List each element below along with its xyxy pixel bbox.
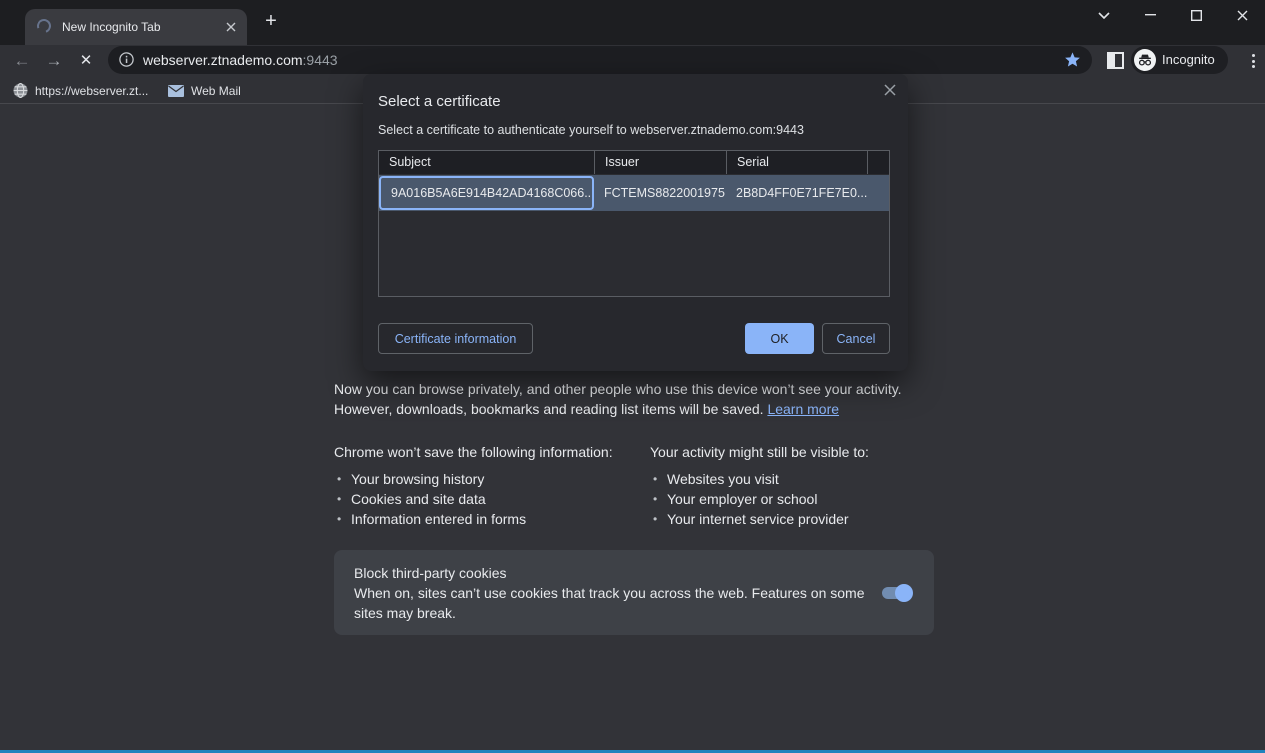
tab-search-chevron-icon[interactable] [1081,4,1127,26]
url-text: webserver.ztnademo.com:9443 [143,46,338,74]
window-controls [1081,4,1265,26]
incognito-icon [1134,49,1156,71]
forward-button[interactable]: → [40,47,68,75]
bookmark-label: https://webserver.zt... [35,84,148,98]
cookies-description: When on, sites can’t use cookies that tr… [354,583,866,623]
list-item: Websites you visit [650,469,869,489]
column-header-serial: Serial [726,151,867,174]
page-info-icon[interactable] [119,52,134,67]
incognito-info-lists: Chrome won’t save the following informat… [334,444,938,529]
certificate-table: Subject Issuer Serial 9A016B5A6E914B42AD… [378,150,890,297]
ok-button[interactable]: OK [745,323,814,354]
list-item: Cookies and site data [334,489,650,509]
block-cookies-toggle[interactable] [882,587,911,599]
incognito-badge: Incognito [1131,46,1228,74]
dialog-subtitle: Select a certificate to authenticate you… [378,123,804,137]
column-header-issuer: Issuer [594,151,726,174]
still-visible-list: Your activity might still be visible to:… [650,444,869,529]
side-panel-icon[interactable] [1107,52,1124,69]
url-port: :9443 [303,52,338,68]
list-item: Your employer or school [650,489,869,509]
incognito-label: Incognito [1162,46,1215,74]
tab-loading-spinner-icon [35,17,54,36]
stop-loading-button[interactable]: ✕ [72,47,100,75]
bookmark-label: Web Mail [191,84,241,98]
certificate-row-selected[interactable]: 9A016B5A6E914B42AD4168C066... FCTEMS8822… [379,175,889,211]
globe-icon [13,83,28,98]
third-party-cookies-card: Block third-party cookies When on, sites… [334,550,934,635]
address-bar[interactable]: webserver.ztnademo.com:9443 [108,46,1092,74]
dialog-title: Select a certificate [378,93,501,110]
intro-line-2: However, downloads, bookmarks and readin… [334,401,764,417]
learn-more-link[interactable]: Learn more [767,401,839,417]
list-item: Your internet service provider [650,509,869,529]
column-header-spacer [867,151,889,174]
wont-save-heading: Chrome won’t save the following informat… [334,444,650,461]
column-header-subject: Subject [379,151,594,174]
cancel-button[interactable]: Cancel [822,323,890,354]
url-host: webserver.ztnademo.com [143,52,303,68]
list-item: Your browsing history [334,469,650,489]
toolbar: ← → ✕ webserver.ztnademo.com:9443 Incogn… [0,45,1265,77]
window-close-button[interactable] [1219,4,1265,26]
tab-title: New Incognito Tab [62,9,161,45]
select-certificate-dialog: Select a certificate Select a certificat… [363,74,908,371]
bookmark-webserver[interactable]: https://webserver.zt... [13,77,148,104]
bookmark-star-icon[interactable] [1064,51,1081,68]
tab-strip: New Incognito Tab + [0,0,1265,45]
cell-subject[interactable]: 9A016B5A6E914B42AD4168C066... [379,176,594,210]
new-tab-button[interactable]: + [261,12,281,32]
window-maximize-button[interactable] [1173,4,1219,26]
browser-menu-button[interactable] [1241,49,1265,73]
tab-close-icon[interactable] [223,19,239,35]
dialog-close-icon[interactable] [881,81,899,99]
incognito-intro-text: Now you can browse privately, and other … [334,379,938,419]
mail-icon [168,85,184,97]
cookies-title: Block third-party cookies [354,563,914,583]
bookmark-webmail[interactable]: Web Mail [168,77,241,104]
list-item: Information entered in forms [334,509,650,529]
certificate-information-button[interactable]: Certificate information [378,323,533,354]
tab-new-incognito[interactable]: New Incognito Tab [25,9,247,45]
browser-window: New Incognito Tab + ← → ✕ [0,0,1265,753]
cell-issuer: FCTEMS8822001975 [594,186,726,200]
cell-serial: 2B8D4FF0E71FE7E0... [726,186,867,200]
intro-line-1: Now you can browse privately, and other … [334,381,902,397]
toggle-knob [895,584,913,602]
wont-save-list: Chrome won’t save the following informat… [334,444,650,529]
back-button[interactable]: ← [8,47,36,75]
still-visible-heading: Your activity might still be visible to: [650,444,869,461]
certificate-table-header: Subject Issuer Serial [379,151,889,174]
window-minimize-button[interactable] [1127,4,1173,26]
